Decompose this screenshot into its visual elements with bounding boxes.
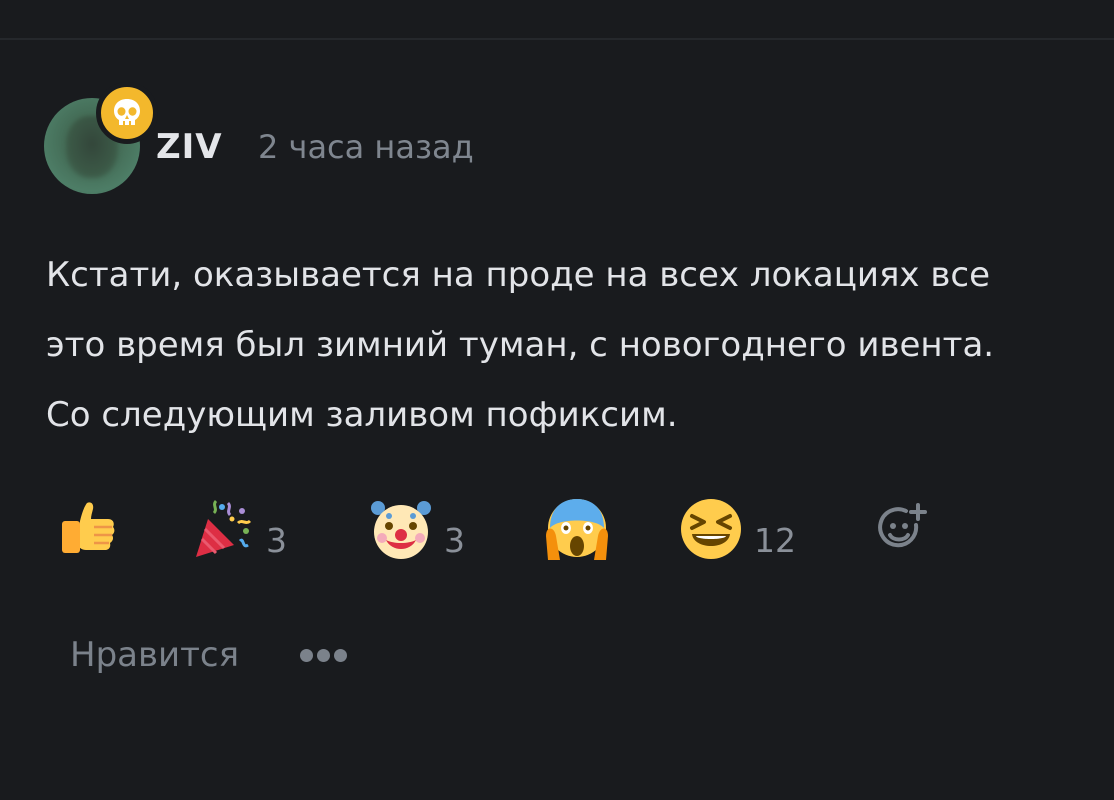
top-divider	[0, 38, 1114, 40]
more-dot	[334, 648, 347, 662]
clown-face-icon	[371, 501, 431, 559]
reaction-screaming-face[interactable]	[544, 494, 620, 564]
comment-time[interactable]: 2 часа назад	[258, 124, 474, 170]
add-reaction-button[interactable]	[874, 494, 940, 564]
reaction-count: 3	[444, 520, 465, 560]
more-dots-icon	[300, 648, 313, 662]
author-name[interactable]: ZIV	[156, 124, 223, 170]
skull-badge	[96, 82, 158, 144]
reaction-thumbs-up[interactable]	[58, 494, 132, 564]
screaming-face-icon	[546, 499, 608, 560]
reaction-laughing-face[interactable]: 12	[678, 494, 796, 564]
laughing-face-icon	[681, 499, 741, 559]
more-button[interactable]	[300, 640, 347, 670]
like-button[interactable]: Нравится	[70, 632, 239, 678]
reaction-clown-face[interactable]: 3	[368, 494, 465, 564]
comment-screen: ZIV 2 часа назад Кстати, оказывается на …	[0, 0, 1114, 800]
comment-text-line: это время был зимний туман, с новогоднег…	[46, 325, 995, 365]
add-reaction-icon	[878, 503, 927, 548]
thumbs-up-icon	[62, 502, 115, 553]
skull-icon	[114, 99, 140, 125]
comment-text-line: Кстати, оказывается на проде на всех лок…	[46, 255, 990, 295]
reaction-count: 12	[754, 520, 796, 560]
reaction-count: 3	[266, 520, 287, 560]
comment-text-line: Со следующим заливом пофиксим.	[46, 395, 678, 435]
more-dot	[317, 648, 330, 662]
party-popper-icon	[196, 499, 252, 557]
comment-text: Кстати, оказывается на проде на всех лок…	[46, 240, 1106, 450]
reaction-party-popper[interactable]: 3	[192, 494, 287, 564]
